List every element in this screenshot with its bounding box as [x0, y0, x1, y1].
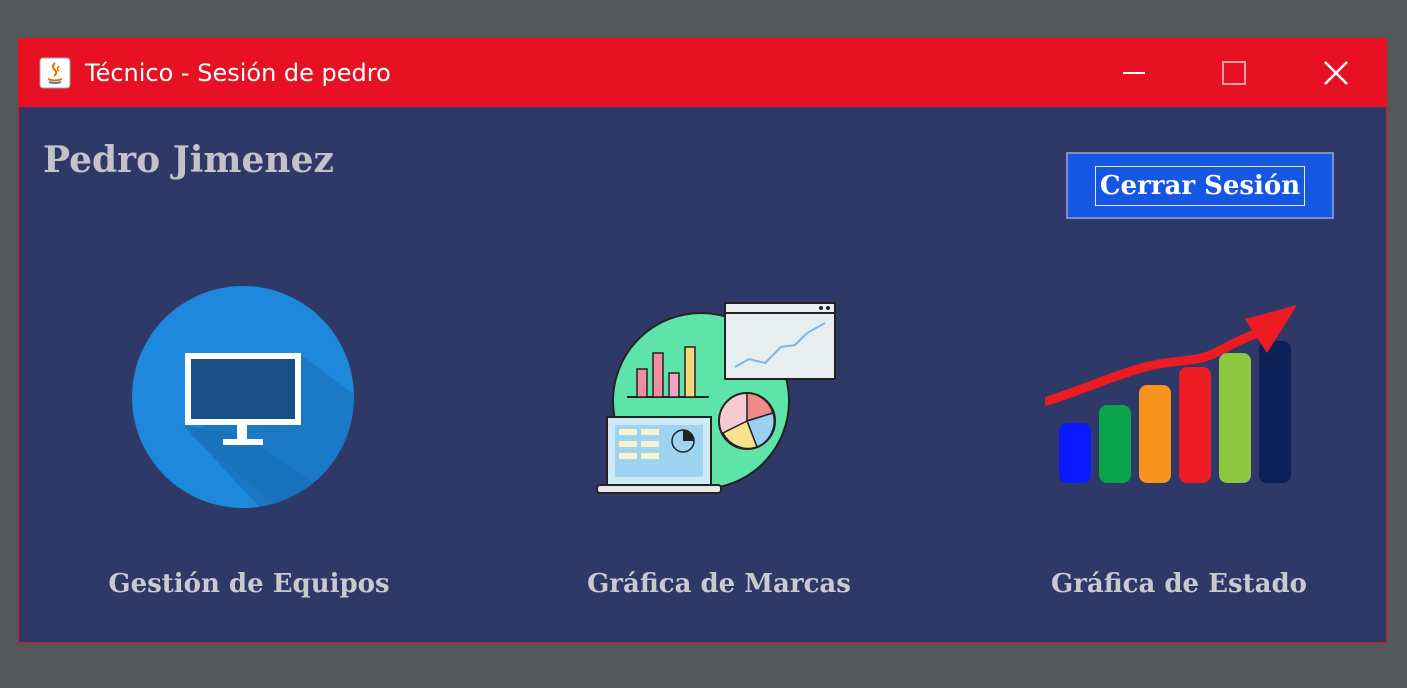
brands-chart-label: Gráfica de Marcas: [587, 569, 851, 599]
close-icon: [1324, 61, 1348, 85]
equipment-management-tile[interactable]: Gestión de Equipos: [79, 279, 419, 599]
close-button[interactable]: [1301, 47, 1371, 99]
window-title: Técnico - Sesión de pedro: [85, 59, 391, 87]
status-chart-tile[interactable]: Gráfica de Estado: [1009, 279, 1349, 599]
logout-button[interactable]: Cerrar Sesión: [1066, 152, 1334, 219]
status-chart-label: Gráfica de Estado: [1051, 569, 1307, 599]
maximize-button[interactable]: [1199, 47, 1269, 99]
brands-chart-tile[interactable]: Gráfica de Marcas: [549, 279, 889, 599]
user-name-heading: Pedro Jimenez: [43, 139, 334, 181]
monitor-icon[interactable]: [131, 285, 355, 509]
growth-bar-chart-icon[interactable]: [1045, 303, 1301, 487]
charts-dashboard-icon[interactable]: [589, 301, 837, 497]
app-window: Técnico - Sesión de pedro Pedro Jimenez …: [18, 38, 1387, 643]
maximize-icon: [1222, 61, 1246, 85]
logout-button-label: Cerrar Sesión: [1094, 165, 1306, 206]
minimize-icon: [1123, 72, 1145, 74]
title-bar[interactable]: Técnico - Sesión de pedro: [19, 39, 1386, 107]
equipment-management-label: Gestión de Equipos: [108, 569, 390, 599]
minimize-button[interactable]: [1099, 47, 1169, 99]
java-app-icon: [39, 57, 71, 89]
